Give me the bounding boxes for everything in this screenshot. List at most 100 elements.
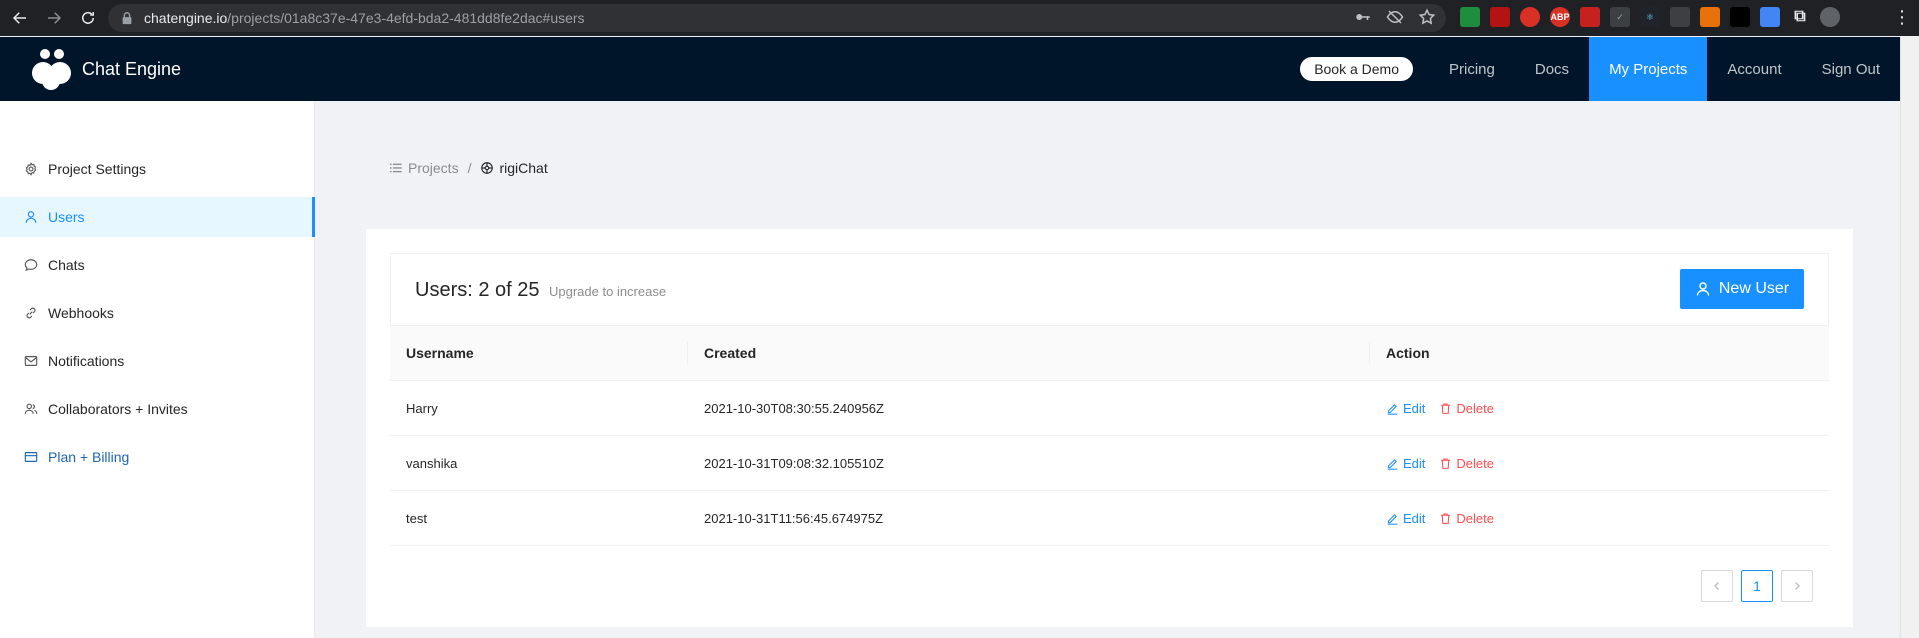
username-cell: Harry xyxy=(406,400,438,416)
back-arrow-icon[interactable] xyxy=(6,4,34,32)
react-extension-icon[interactable]: ⚛ xyxy=(1640,7,1660,27)
chart-extension-icon[interactable] xyxy=(1490,7,1510,27)
table-row: vanshika 2021-10-31T09:08:32.105510Z Edi… xyxy=(390,436,1829,491)
credit-card-icon xyxy=(24,452,38,462)
sidebar-item-project-settings[interactable]: Project Settings xyxy=(0,149,315,189)
username-cell: vanshika xyxy=(406,455,458,471)
shield-extension-icon[interactable] xyxy=(1460,7,1480,27)
forward-arrow-icon[interactable] xyxy=(40,4,68,32)
nav-sign-out[interactable]: Sign Out xyxy=(1802,37,1900,101)
table-row: Harry 2021-10-30T08:30:55.240956Z Edit D… xyxy=(390,381,1829,436)
edit-button[interactable]: Edit xyxy=(1386,511,1425,526)
nav-docs[interactable]: Docs xyxy=(1515,37,1589,101)
check-extension-icon[interactable]: ✓ xyxy=(1610,7,1630,27)
team-icon xyxy=(24,403,38,414)
a-extension-icon[interactable] xyxy=(1730,7,1750,27)
users-table: Username Created Action Harry 2021-10-30… xyxy=(390,326,1829,546)
delete-button[interactable]: Delete xyxy=(1439,511,1494,526)
upgrade-hint: Upgrade to increase xyxy=(549,284,667,299)
action-cell: Edit Delete xyxy=(1370,381,1829,435)
sidebar-item-label: Users xyxy=(48,209,85,225)
pagination: 1 xyxy=(1701,570,1813,602)
table-header: Username Created Action xyxy=(390,326,1829,381)
breadcrumb: Projects / rigiChat xyxy=(389,160,548,176)
edit-button[interactable]: Edit xyxy=(1386,401,1425,416)
project-icon xyxy=(481,162,494,174)
trash-icon xyxy=(1441,403,1451,414)
c-extension-icon[interactable] xyxy=(1700,7,1720,27)
new-user-button[interactable]: New User xyxy=(1680,269,1804,309)
brand-name[interactable]: Chat Engine xyxy=(82,59,181,80)
username-cell: test xyxy=(406,510,427,526)
tool-extension-icon[interactable] xyxy=(1670,7,1690,27)
browser-toolbar: chatengine.io/projects/01a8c37e-47e3-4ef… xyxy=(0,0,1919,36)
address-bar[interactable]: chatengine.io/projects/01a8c37e-47e3-4ef… xyxy=(108,4,1446,32)
project-sidebar: Project Settings Users Chats Webhooks No… xyxy=(0,101,315,638)
action-cell: Edit Delete xyxy=(1370,436,1829,490)
nav-my-projects[interactable]: My Projects xyxy=(1589,37,1708,101)
users-card: Users: 2 of 25 Upgrade to increase New U… xyxy=(366,229,1853,627)
user-icon xyxy=(25,211,37,223)
adblock-extension-icon[interactable]: ABP xyxy=(1550,7,1570,27)
list-icon xyxy=(389,163,402,173)
trash-icon xyxy=(1441,513,1451,524)
chat-engine-logo-icon[interactable] xyxy=(30,47,74,91)
sidebar-item-label: Plan + Billing xyxy=(48,449,130,465)
created-cell: 2021-10-31T11:56:45.674975Z xyxy=(704,510,884,526)
column-header-action: Action xyxy=(1386,345,1430,361)
edit-icon xyxy=(1387,513,1398,525)
book-demo-button[interactable]: Book a Demo xyxy=(1300,57,1414,81)
lock-icon xyxy=(122,12,132,25)
action-cell: Edit Delete xyxy=(1370,491,1829,545)
user-add-icon xyxy=(1696,282,1710,296)
sidebar-item-notifications[interactable]: Notifications xyxy=(0,341,315,381)
sidebar-item-label: Notifications xyxy=(48,353,125,369)
breadcrumb-current: rigiChat xyxy=(480,160,548,176)
app-header: Chat Engine Book a Demo Pricing Docs My … xyxy=(0,37,1900,101)
prev-page-button[interactable] xyxy=(1701,570,1733,602)
sidebar-item-webhooks[interactable]: Webhooks xyxy=(0,293,315,333)
hand-extension-icon[interactable] xyxy=(1520,7,1540,27)
mail-icon xyxy=(24,356,38,366)
webhook-icon xyxy=(26,307,36,319)
created-cell: 2021-10-31T09:08:32.105510Z xyxy=(704,455,884,471)
sidebar-item-collaborators[interactable]: Collaborators + Invites xyxy=(0,389,315,429)
gear-icon xyxy=(25,162,37,176)
page-number-button[interactable]: 1 xyxy=(1741,570,1773,602)
breadcrumb-projects-link[interactable]: Projects xyxy=(408,160,459,176)
puzzle-extensions-icon[interactable]: ⧉ xyxy=(1790,7,1810,27)
sidebar-item-label: Chats xyxy=(48,257,85,273)
nav-pricing[interactable]: Pricing xyxy=(1429,37,1515,101)
nav-account[interactable]: Account xyxy=(1707,37,1801,101)
chat-icon xyxy=(24,259,38,272)
users-count-title: Users: 2 of 25 xyxy=(415,279,540,301)
key-icon[interactable] xyxy=(1354,8,1372,26)
created-cell: 2021-10-30T08:30:55.240956Z xyxy=(704,400,884,416)
sidebar-item-plan-billing[interactable]: Plan + Billing xyxy=(0,437,315,477)
edit-icon xyxy=(1387,403,1398,415)
browser-menu-icon[interactable]: ⋮ xyxy=(1893,8,1911,26)
column-header-username: Username xyxy=(390,342,688,364)
column-header-created: Created xyxy=(688,342,1370,364)
pocket-extension-icon[interactable] xyxy=(1580,7,1600,27)
edit-icon xyxy=(1387,458,1398,470)
users-card-header: Users: 2 of 25 Upgrade to increase New U… xyxy=(390,253,1829,326)
chevron-left-icon xyxy=(1714,582,1719,590)
delete-button[interactable]: Delete xyxy=(1439,401,1494,416)
breadcrumb-separator: / xyxy=(467,160,472,176)
trash-icon xyxy=(1441,458,1451,469)
page-scrollbar[interactable] xyxy=(1900,37,1919,638)
camera-extension-icon[interactable] xyxy=(1760,7,1780,27)
chevron-right-icon xyxy=(1795,582,1800,590)
eye-off-icon[interactable] xyxy=(1386,8,1404,26)
reload-icon[interactable] xyxy=(74,4,102,32)
sidebar-item-users[interactable]: Users xyxy=(0,197,315,237)
sidebar-item-label: Collaborators + Invites xyxy=(48,401,188,417)
edit-button[interactable]: Edit xyxy=(1386,456,1425,471)
delete-button[interactable]: Delete xyxy=(1439,456,1494,471)
sidebar-item-chats[interactable]: Chats xyxy=(0,245,315,285)
sidebar-item-label: Webhooks xyxy=(48,305,114,321)
star-icon[interactable] xyxy=(1418,8,1436,26)
profile-avatar-icon[interactable] xyxy=(1820,7,1840,27)
next-page-button[interactable] xyxy=(1781,570,1813,602)
